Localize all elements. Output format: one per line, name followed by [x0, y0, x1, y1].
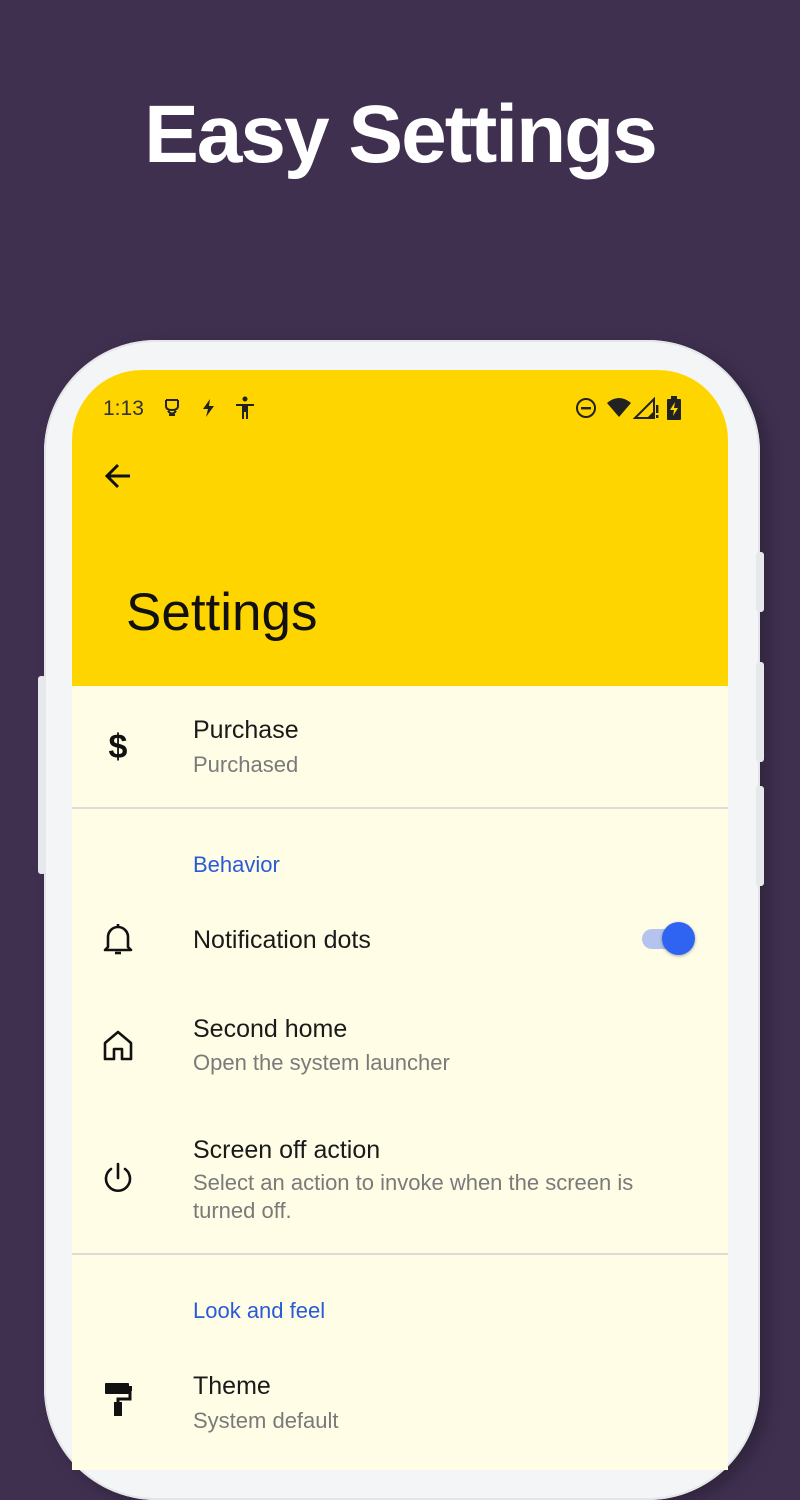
screen-off-action-title: Screen off action [193, 1136, 381, 1164]
phone-side-button-right-top [756, 552, 764, 612]
second-home-subtitle: Open the system launcher [193, 1050, 450, 1075]
notification-dots-title: Notification dots [193, 926, 371, 954]
phone-side-button-left [38, 676, 46, 874]
section-header-look-and-feel: Look and feel [193, 1298, 326, 1323]
page-title: Settings [126, 583, 318, 642]
theme-title: Theme [193, 1372, 271, 1400]
home-icon [98, 1025, 138, 1065]
do-not-disturb-icon [576, 398, 596, 418]
second-home-item[interactable]: Second home Open the system launcher [72, 988, 728, 1109]
divider [72, 807, 728, 809]
divider [72, 1253, 728, 1255]
purchase-item[interactable]: $ Purchase Purchased [72, 686, 728, 807]
app-bar: 1:13 Settings [72, 370, 728, 686]
notification-dots-item[interactable]: Notification dots [72, 890, 728, 988]
phone-side-button-right-low [756, 786, 764, 886]
accessibility-icon [236, 396, 254, 419]
flash-icon [203, 399, 214, 417]
back-button[interactable] [98, 456, 138, 496]
screen-off-action-subtitle: Select an action to invoke when the scre… [193, 1170, 634, 1223]
theme-subtitle: System default [193, 1408, 339, 1433]
svg-text:$: $ [109, 728, 128, 766]
wifi-icon [607, 398, 631, 417]
purchase-subtitle: Purchased [193, 752, 299, 777]
toggle-thumb [662, 922, 695, 955]
power-icon [98, 1159, 138, 1199]
arrow-back-icon [104, 463, 130, 489]
purchase-title: Purchase [193, 716, 299, 744]
phone-side-button-right-mid [756, 662, 764, 762]
headline: Easy Settings [144, 89, 658, 180]
paint-roller-icon [98, 1379, 138, 1419]
bell-icon [98, 919, 138, 959]
status-bar: 1:13 [72, 370, 728, 446]
theme-item[interactable]: Theme System default [72, 1350, 728, 1470]
app-notification-icon [165, 399, 179, 416]
phone-screen: 1:13 Settings $ Purchase Purchased Behav… [72, 370, 728, 1470]
second-home-title: Second home [193, 1015, 348, 1043]
section-header-behavior: Behavior [193, 852, 280, 877]
signal-icon [633, 397, 659, 419]
screen-off-action-item[interactable]: Screen off action Select an action to in… [72, 1109, 728, 1254]
status-time: 1:13 [103, 397, 144, 420]
notification-dots-toggle[interactable] [640, 918, 698, 958]
battery-charging-icon [667, 396, 681, 420]
dollar-icon: $ [98, 726, 138, 766]
